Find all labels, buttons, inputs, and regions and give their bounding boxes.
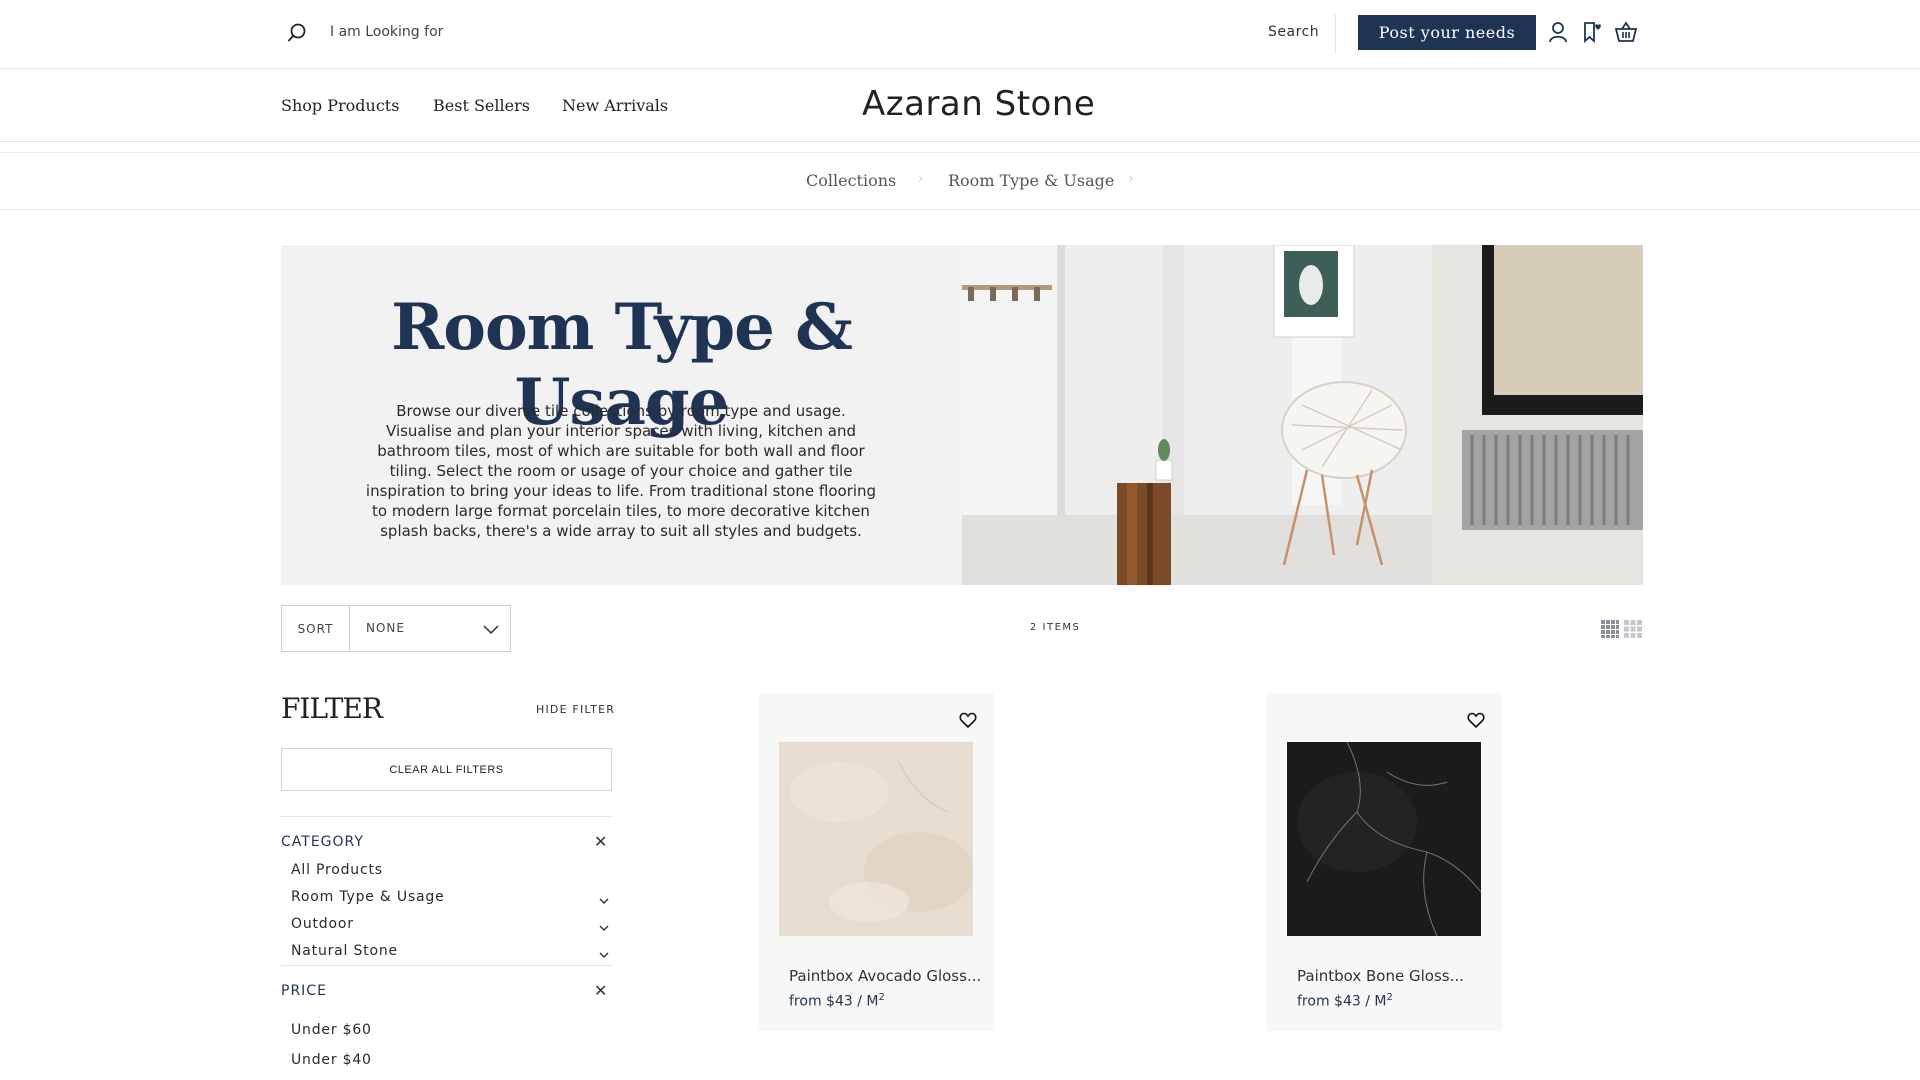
category-item-natural-stone[interactable]: Natural Stone [291, 943, 398, 959]
main-nav: Shop Products Best Sellers New Arrivals … [0, 70, 1920, 142]
category-heading[interactable]: CATEGORY [281, 834, 364, 850]
product-price: from $43 / M2 [1297, 992, 1393, 1010]
product-card[interactable]: Paintbox Avocado Gloss... from $43 / M2 [759, 693, 994, 1031]
divider [281, 816, 612, 817]
hero-room-image [962, 245, 1643, 585]
hero-description: Browse our diverse tile collections by r… [365, 402, 877, 540]
brand-logo[interactable]: Azaran Stone [862, 84, 1095, 124]
breadcrumb-collections[interactable]: Collections [806, 171, 896, 190]
post-needs-button[interactable]: Post your needs [1358, 15, 1536, 50]
product-card[interactable]: Paintbox Bone Gloss... from $43 / M2 [1267, 693, 1502, 1031]
category-item-room-type[interactable]: Room Type & Usage [291, 889, 445, 905]
breadcrumb-separator-icon: › [1128, 171, 1134, 187]
hero-text-panel: Room Type & Usage Browse our diverse til… [281, 245, 962, 585]
nav-new-arrivals[interactable]: New Arrivals [562, 96, 668, 115]
product-name[interactable]: Paintbox Bone Gloss... [1297, 967, 1464, 985]
product-price: from $43 / M2 [789, 992, 885, 1010]
search-button[interactable]: Search [1268, 24, 1319, 40]
chevron-down-icon[interactable] [598, 892, 610, 904]
search-input[interactable]: I am Looking for [330, 24, 443, 40]
price-item-under-60[interactable]: Under $60 [291, 1022, 372, 1038]
close-icon[interactable]: ✕ [594, 832, 607, 851]
wishlist-icon[interactable] [1580, 20, 1604, 44]
chevron-down-icon[interactable] [598, 946, 610, 958]
close-icon[interactable]: ✕ [594, 981, 607, 1000]
filter-title: FILTER [281, 692, 383, 725]
hide-filter-button[interactable]: HIDE FILTER [536, 703, 615, 716]
sort-label: SORT [282, 606, 350, 651]
category-item-all-products[interactable]: All Products [291, 862, 383, 878]
breadcrumb-room-type[interactable]: Room Type & Usage [948, 171, 1114, 190]
nav-best-sellers[interactable]: Best Sellers [433, 96, 530, 115]
breadcrumb: Collections › Room Type & Usage › [0, 152, 1920, 210]
product-name[interactable]: Paintbox Avocado Gloss... [789, 967, 981, 985]
hero-banner: Room Type & Usage Browse our diverse til… [281, 245, 1643, 585]
product-image[interactable] [1287, 742, 1481, 936]
nav-shop-products[interactable]: Shop Products [281, 96, 399, 115]
top-bar: I am Looking for Search Post your needs [0, 0, 1920, 69]
items-count: 2 ITEMS [1030, 622, 1081, 633]
divider [1335, 14, 1336, 54]
divider [281, 965, 612, 966]
heart-icon[interactable] [1467, 711, 1485, 729]
price-item-under-40[interactable]: Under $40 [291, 1052, 372, 1068]
sort-value[interactable]: NONE [366, 621, 405, 635]
user-icon[interactable] [1546, 20, 1570, 44]
search-icon[interactable] [286, 22, 308, 44]
price-heading[interactable]: PRICE [281, 983, 327, 999]
grid-view-icon[interactable] [1624, 620, 1642, 638]
sort-dropdown[interactable]: SORT NONE [281, 605, 511, 652]
grid-view-dense-icon[interactable] [1601, 620, 1619, 638]
basket-icon[interactable] [1614, 20, 1638, 44]
category-item-outdoor[interactable]: Outdoor [291, 916, 354, 932]
clear-all-filters-button[interactable]: CLEAR ALL FILTERS [281, 748, 612, 791]
heart-icon[interactable] [959, 711, 977, 729]
breadcrumb-separator-icon: › [918, 171, 924, 187]
product-image[interactable] [779, 742, 973, 936]
chevron-down-icon[interactable] [482, 620, 500, 638]
chevron-down-icon[interactable] [598, 919, 610, 931]
